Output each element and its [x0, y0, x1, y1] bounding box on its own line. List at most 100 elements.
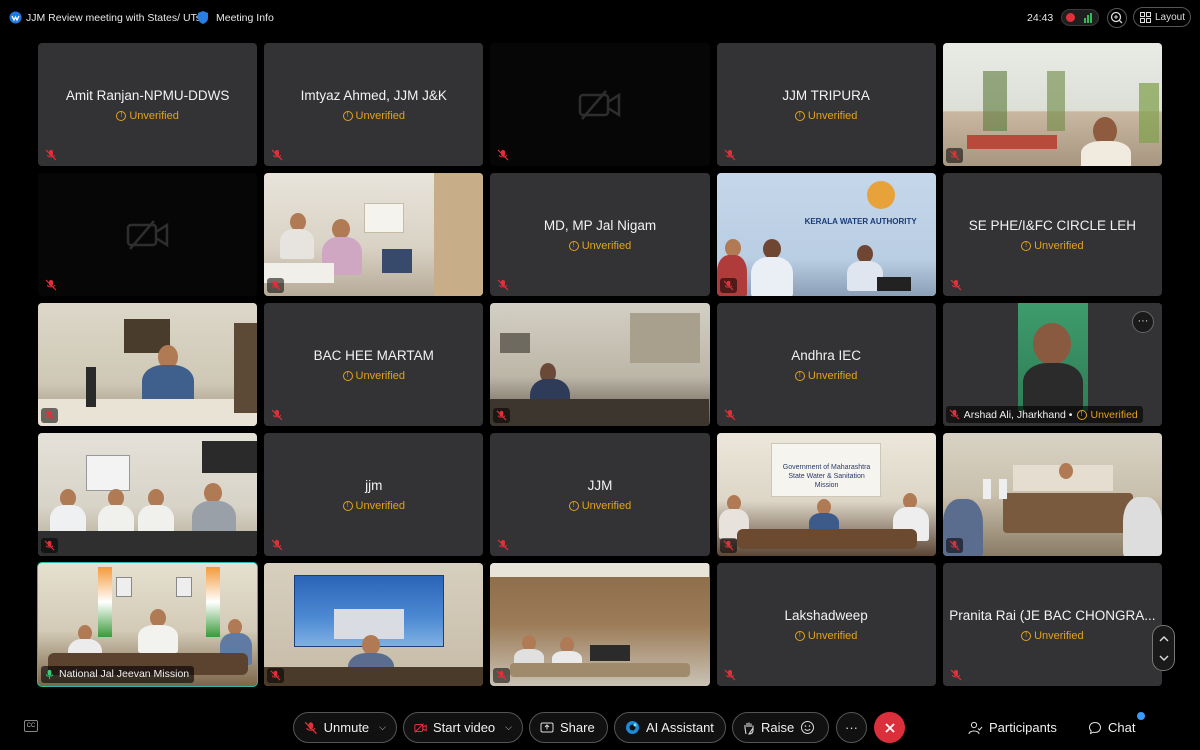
chevron-down-icon[interactable]: ⌵: [379, 722, 386, 733]
camera-off-icon: [126, 219, 168, 250]
participant-tile[interactable]: Lakshadweep ! Unverified: [716, 562, 936, 686]
participant-name: Lakshadweep: [784, 607, 868, 623]
video-feed: [38, 432, 258, 557]
recording-indicator[interactable]: [1061, 9, 1099, 26]
verification-status: ! Unverified: [717, 370, 936, 382]
audio-level-icon: [1084, 13, 1092, 23]
participant-video-tile[interactable]: [38, 432, 258, 557]
chevron-down-icon[interactable]: ⌵: [505, 722, 512, 733]
status-text: Unverified: [807, 369, 858, 382]
shield-icon[interactable]: [197, 10, 209, 25]
mute-indicator: [719, 538, 737, 554]
mute-indicator: [493, 667, 511, 683]
participant-tile[interactable]: Amit Ranjan-NPMU-DDWS ! Unverified: [38, 43, 258, 167]
share-button[interactable]: Share: [529, 712, 608, 743]
grid-page-scroller[interactable]: [1152, 625, 1175, 671]
status-text: Unverified: [355, 499, 406, 512]
layout-grid-icon: [1140, 11, 1151, 23]
meeting-controls: CC Unmute ⌵ Start video ⌵ Share AI Assis…: [0, 706, 1200, 750]
status-text: Unverified: [807, 629, 858, 642]
mute-indicator: [493, 408, 511, 424]
verification-status: ! Unverified: [264, 110, 483, 122]
participant-tile[interactable]: BAC HEE MARTAM ! Unverified: [264, 302, 484, 427]
mute-indicator: [267, 667, 285, 683]
chevron-down-icon[interactable]: [1159, 653, 1169, 663]
chevron-up-icon[interactable]: [1159, 634, 1169, 644]
participant-name: Andhra IEC: [791, 347, 862, 363]
participant-video-tile[interactable]: Government of Maharashtra State Water & …: [716, 432, 936, 557]
chat-button[interactable]: Chat: [1088, 720, 1135, 735]
participant-video-tile[interactable]: [490, 562, 710, 686]
leave-meeting-button[interactable]: [874, 712, 905, 743]
more-options-button[interactable]: ···: [1131, 310, 1154, 333]
participants-label: Participants: [989, 720, 1057, 735]
participant-video-tile[interactable]: KERALA WATER AUTHORITY: [716, 172, 936, 297]
status-text: Unverified: [355, 110, 406, 122]
mute-indicator: [41, 538, 58, 554]
warning-icon: !: [568, 500, 579, 511]
video-feed: [264, 562, 484, 686]
verification-status: ! Unverified: [264, 500, 483, 512]
participant-video-tile[interactable]: [264, 172, 484, 297]
participant-tile[interactable]: jjm ! Unverified: [264, 432, 484, 557]
unmute-button[interactable]: Unmute ⌵: [293, 712, 397, 743]
warning-icon: !: [794, 630, 805, 641]
status-text: Unverified: [581, 239, 632, 252]
zoom-button[interactable]: [1107, 8, 1127, 28]
participant-video-tile[interactable]: [264, 562, 484, 686]
mic-muted-icon: [723, 540, 734, 551]
participant-name: Arshad Ali, Jharkhand •: [963, 408, 1073, 421]
participant-tile[interactable]: SE PHE/I&FC CIRCLE LEH ! Unverified: [942, 172, 1162, 297]
mic-muted-icon: [270, 670, 281, 681]
top-bar: JJM Review meeting with States/ UTs Meet…: [0, 0, 1200, 36]
warning-icon: !: [342, 370, 353, 381]
meeting-timer: 24:43: [1027, 12, 1054, 24]
ai-assistant-button[interactable]: AI Assistant: [614, 712, 726, 743]
participant-tile[interactable]: [38, 172, 258, 297]
participants-button[interactable]: Participants: [968, 720, 1057, 735]
mic-muted-icon: [271, 409, 283, 421]
participant-video-tile[interactable]: [38, 302, 258, 427]
warning-icon: !: [568, 240, 579, 251]
status-text: Unverified: [129, 110, 179, 122]
mic-muted-icon: [304, 721, 317, 734]
status-text: Unverified: [807, 110, 858, 122]
active-speaker-tile[interactable]: National Jal Jeevan Mission: [36, 561, 259, 687]
participant-name: BAC HEE MARTAM: [313, 347, 434, 363]
participant-tile[interactable]: [490, 43, 710, 167]
warning-icon: !: [116, 111, 127, 121]
mic-muted-icon: [271, 149, 283, 161]
meeting-info-link[interactable]: Meeting Info: [216, 12, 274, 24]
participant-video-tile[interactable]: [490, 302, 710, 427]
warning-icon: !: [1021, 630, 1032, 641]
participant-tile[interactable]: JJM ! Unverified: [490, 432, 710, 557]
mic-muted-icon: [44, 540, 55, 551]
participant-tile[interactable]: JJM TRIPURA ! Unverified: [716, 43, 936, 167]
mic-muted-icon: [45, 149, 57, 161]
participant-video-tile[interactable]: ··· Arshad Ali, Jharkhand • ! Unverified: [942, 302, 1162, 427]
closed-captions-button[interactable]: CC: [24, 720, 38, 732]
more-options-button[interactable]: ···: [836, 712, 867, 743]
warning-icon: !: [1076, 409, 1087, 420]
more-icon: ···: [845, 720, 858, 735]
meeting-title[interactable]: JJM Review meeting with States/ UTs: [26, 12, 201, 24]
participant-tile[interactable]: Pranita Rai (JE BAC CHONGRA... ! Unverifi…: [942, 562, 1162, 686]
video-feed: [490, 302, 710, 427]
participant-name: SE PHE/I&FC CIRCLE LEH: [968, 217, 1136, 233]
participant-tile[interactable]: Imtyaz Ahmed, JJM J&K ! Unverified: [264, 43, 484, 167]
participant-video-tile[interactable]: [942, 432, 1162, 557]
ai-assistant-icon: [626, 721, 639, 734]
participant-video-tile[interactable]: [942, 43, 1162, 167]
participant-tile[interactable]: Andhra IEC ! Unverified: [716, 302, 936, 427]
mic-muted-icon: [949, 409, 960, 420]
start-video-button[interactable]: Start video ⌵: [403, 712, 523, 743]
layout-button[interactable]: Layout: [1133, 7, 1191, 27]
mic-muted-icon: [724, 669, 735, 681]
reactions-icon[interactable]: [800, 720, 815, 735]
warning-icon: !: [1021, 240, 1032, 251]
raise-hand-button[interactable]: Raise: [732, 712, 829, 743]
participant-tile[interactable]: MD, MP Jal Nigam ! Unverified: [490, 172, 710, 297]
warning-icon: !: [342, 111, 353, 121]
mic-muted-icon: [497, 279, 509, 291]
mic-muted-icon: [496, 410, 507, 421]
